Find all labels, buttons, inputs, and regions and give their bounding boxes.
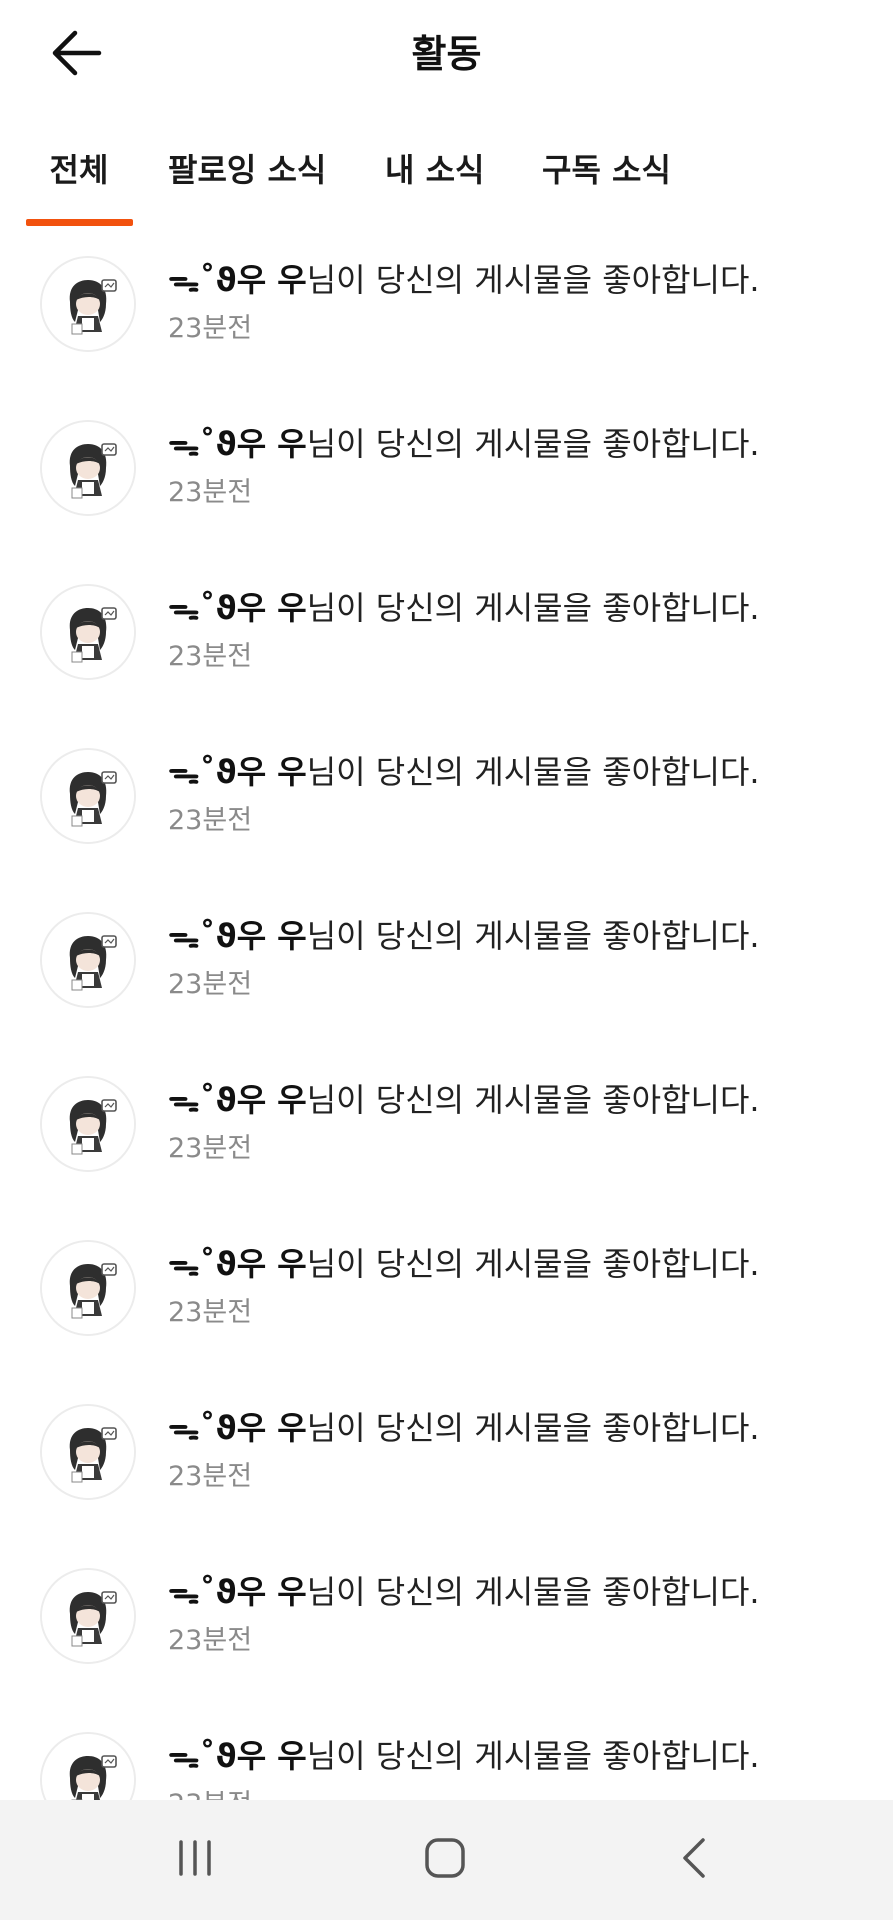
- message-text: 님이 당신의 게시물을 좋아합니다.: [306, 425, 760, 463]
- message-text: 님이 당신의 게시물을 좋아합니다.: [306, 753, 760, 791]
- timestamp: 23분전: [168, 477, 253, 508]
- recent-apps-icon: [173, 1838, 217, 1882]
- avatar-image: [42, 1734, 134, 1800]
- notification-message: ᯓ˚ϑ우 우님이 당신의 게시물을 좋아합니다.: [168, 256, 760, 304]
- avatar-image: [42, 1078, 134, 1170]
- timestamp: 23분전: [168, 805, 253, 836]
- avatar[interactable]: [40, 748, 136, 844]
- avatar[interactable]: [40, 1240, 136, 1336]
- recent-apps-button[interactable]: [140, 1820, 250, 1900]
- notification-message: ᯓ˚ϑ우 우님이 당신의 게시물을 좋아합니다.: [168, 1240, 760, 1288]
- avatar[interactable]: [40, 1404, 136, 1500]
- message-text: 님이 당신의 게시물을 좋아합니다.: [306, 589, 760, 627]
- username: ᯓ˚ϑ우 우: [168, 1245, 307, 1283]
- timestamp: 23분전: [168, 641, 253, 672]
- notification-list[interactable]: ᯓ˚ϑ우 우님이 당신의 게시물을 좋아합니다. 23분전 ᯓ˚ϑ우 우님이 당…: [0, 232, 893, 1800]
- list-item[interactable]: ᯓ˚ϑ우 우님이 당신의 게시물을 좋아합니다. 23분전: [0, 1052, 893, 1216]
- username: ᯓ˚ϑ우 우: [168, 1737, 307, 1775]
- system-navigation-bar: [0, 1800, 893, 1920]
- message-text: 님이 당신의 게시물을 좋아합니다.: [306, 1737, 760, 1775]
- tab-my-news[interactable]: 내 소식: [385, 140, 484, 228]
- avatar-image: [42, 258, 134, 350]
- username: ᯓ˚ϑ우 우: [168, 1081, 307, 1119]
- timestamp: 23분전: [168, 969, 253, 1000]
- page-title: 활동: [411, 32, 482, 76]
- avatar[interactable]: [40, 256, 136, 352]
- avatar-image: [42, 914, 134, 1006]
- notification-message: ᯓ˚ϑ우 우님이 당신의 게시물을 좋아합니다.: [168, 912, 760, 960]
- avatar-image: [42, 1242, 134, 1334]
- active-tab-indicator: [26, 219, 133, 226]
- avatar[interactable]: [40, 1732, 136, 1800]
- list-item[interactable]: ᯓ˚ϑ우 우님이 당신의 게시물을 좋아합니다. 23분전: [0, 560, 893, 724]
- username: ᯓ˚ϑ우 우: [168, 917, 307, 955]
- message-text: 님이 당신의 게시물을 좋아합니다.: [306, 1573, 760, 1611]
- notification-message: ᯓ˚ϑ우 우님이 당신의 게시물을 좋아합니다.: [168, 584, 760, 632]
- tab-all[interactable]: 전체: [26, 140, 132, 228]
- list-item[interactable]: ᯓ˚ϑ우 우님이 당신의 게시물을 좋아합니다. 23분전: [0, 396, 893, 560]
- notification-message: ᯓ˚ϑ우 우님이 당신의 게시물을 좋아합니다.: [168, 1404, 760, 1452]
- message-text: 님이 당신의 게시물을 좋아합니다.: [306, 1245, 760, 1283]
- username: ᯓ˚ϑ우 우: [168, 261, 307, 299]
- message-text: 님이 당신의 게시물을 좋아합니다.: [306, 1081, 760, 1119]
- tab-subscriptions[interactable]: 구독 소식: [542, 140, 671, 228]
- avatar[interactable]: [40, 1076, 136, 1172]
- avatar-image: [42, 1406, 134, 1498]
- list-item[interactable]: ᯓ˚ϑ우 우님이 당신의 게시물을 좋아합니다. 23분전: [0, 724, 893, 888]
- avatar[interactable]: [40, 420, 136, 516]
- message-text: 님이 당신의 게시물을 좋아합니다.: [306, 261, 760, 299]
- timestamp: 23분전: [168, 1785, 252, 1800]
- timestamp: 23분전: [168, 1297, 253, 1328]
- notification-message: ᯓ˚ϑ우 우님이 당신의 게시물을 좋아합니다.: [168, 1076, 760, 1124]
- notification-message: ᯓ˚ϑ우 우님이 당신의 게시물을 좋아합니다.: [168, 1732, 760, 1780]
- header: 활동: [0, 0, 893, 110]
- username: ᯓ˚ϑ우 우: [168, 753, 307, 791]
- username: ᯓ˚ϑ우 우: [168, 589, 307, 627]
- username: ᯓ˚ϑ우 우: [168, 425, 307, 463]
- avatar-image: [42, 750, 134, 842]
- notification-message: ᯓ˚ϑ우 우님이 당신의 게시물을 좋아합니다.: [168, 1568, 760, 1616]
- list-item[interactable]: ᯓ˚ϑ우 우님이 당신의 게시물을 좋아합니다. 23분전: [0, 888, 893, 1052]
- notification-message: ᯓ˚ϑ우 우님이 당신의 게시물을 좋아합니다.: [168, 420, 760, 468]
- timestamp: 23분전: [168, 1461, 253, 1492]
- avatar-image: [42, 586, 134, 678]
- list-item[interactable]: ᯓ˚ϑ우 우님이 당신의 게시물을 좋아합니다. 23분전: [0, 232, 893, 396]
- username: ᯓ˚ϑ우 우: [168, 1573, 307, 1611]
- avatar-image: [42, 422, 134, 514]
- username: ᯓ˚ϑ우 우: [168, 1409, 307, 1447]
- timestamp: 23분전: [168, 1133, 253, 1164]
- avatar-image: [42, 1570, 134, 1662]
- back-chevron-icon: [679, 1836, 711, 1884]
- message-text: 님이 당신의 게시물을 좋아합니다.: [306, 1409, 760, 1447]
- message-text: 님이 당신의 게시물을 좋아합니다.: [306, 917, 760, 955]
- list-item[interactable]: ᯓ˚ϑ우 우님이 당신의 게시물을 좋아합니다. 23분전: [0, 1544, 893, 1708]
- timestamp: 23분전: [168, 313, 253, 344]
- list-item[interactable]: ᯓ˚ϑ우 우님이 당신의 게시물을 좋아합니다. 23분전: [0, 1380, 893, 1544]
- tab-following[interactable]: 팔로잉 소식: [168, 140, 326, 228]
- home-icon: [423, 1836, 467, 1884]
- list-item[interactable]: ᯓ˚ϑ우 우님이 당신의 게시물을 좋아합니다. 23분전: [0, 1708, 893, 1800]
- avatar[interactable]: [40, 584, 136, 680]
- tab-bar: 전체 팔로잉 소식 내 소식 구독 소식: [0, 140, 893, 228]
- home-button[interactable]: [390, 1820, 500, 1900]
- list-item[interactable]: ᯓ˚ϑ우 우님이 당신의 게시물을 좋아합니다. 23분전: [0, 1216, 893, 1380]
- avatar[interactable]: [40, 1568, 136, 1664]
- avatar[interactable]: [40, 912, 136, 1008]
- timestamp: 23분전: [168, 1625, 253, 1656]
- notification-message: ᯓ˚ϑ우 우님이 당신의 게시물을 좋아합니다.: [168, 748, 760, 796]
- system-back-button[interactable]: [640, 1820, 750, 1900]
